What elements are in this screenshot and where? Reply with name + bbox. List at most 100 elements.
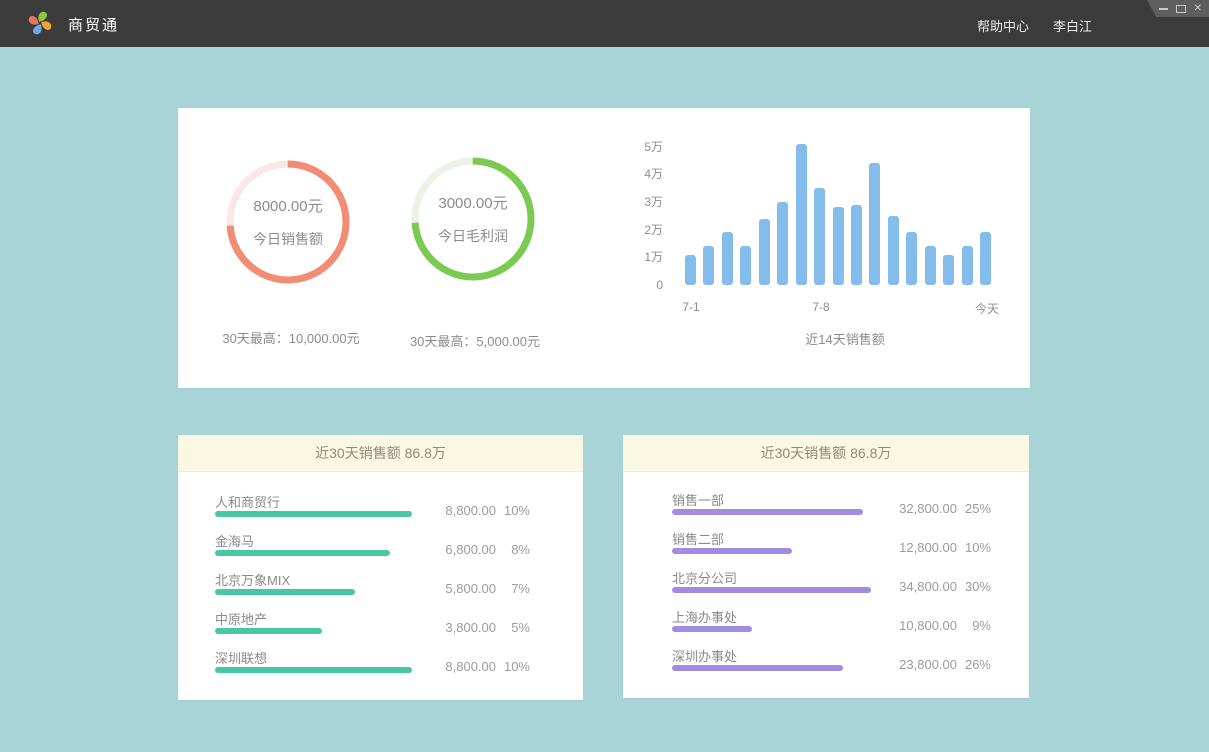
amount-value: 3,800.00 [416,620,496,635]
sales-bar [759,219,770,285]
list-item: 北京分公司 34,800.00 30% [623,568,1029,607]
app-logo-pinwheel-icon [26,9,54,37]
entity-name: 深圳联想 [215,648,267,667]
percent-value: 10% [496,503,530,518]
list-item: 销售一部 32,800.00 25% [623,490,1029,529]
sales-bar [777,202,788,285]
y-tick-label: 5万 [606,140,663,154]
percent-value: 30% [957,579,991,594]
entity-name: 上海办事处 [672,607,737,626]
y-tick-label: 2万 [606,223,663,237]
progress-bar [672,626,752,632]
sales-bar [851,205,862,285]
list-item: 北京万象MIX 5,800.00 7% [178,570,583,609]
donut-chart-today-sales: 8000.00元 今日销售额 [224,158,352,286]
x-tick-label: 今天 [961,300,1013,317]
customer-ranking-panel: 近30天销售额 86.8万 人和商贸行 8,800.00 10% 金海马 6,8… [178,435,583,700]
progress-bar [215,589,355,595]
ranking-rows: 销售一部 32,800.00 25% 销售二部 12,800.00 10% 北京… [623,472,1029,685]
percent-value: 10% [496,659,530,674]
today-sales-label: 今日销售额 [253,229,323,249]
amount-value: 32,800.00 [877,501,957,516]
percent-value: 7% [496,581,530,596]
donut-chart-today-profit: 3000.00元 今日毛利润 [409,155,537,283]
progress-bar [672,548,792,554]
entity-name: 金海马 [215,531,254,550]
progress-bar [215,550,390,556]
y-tick-label: 0 [606,278,663,292]
y-axis-ticks: 5万4万3万2万1万0 [606,108,663,388]
bar-chart-title: 近14天销售额 [745,329,945,348]
percent-value: 5% [496,620,530,635]
today-summary-card: 8000.00元 今日销售额 30天最高：10,000.00元 3000.00元… [178,108,1030,388]
percent-value: 26% [957,657,991,672]
help-center-link[interactable]: 帮助中心 [977,16,1029,35]
amount-value: 23,800.00 [877,657,957,672]
sales-bar [925,246,936,285]
progress-bar [215,511,412,517]
percent-value: 9% [957,618,991,633]
titlebar: 商贸通 帮助中心 李白江 ✕ [0,0,1209,47]
close-icon[interactable]: ✕ [1194,4,1202,14]
amount-value: 5,800.00 [416,581,496,596]
progress-bar [215,628,322,634]
list-item: 人和商贸行 8,800.00 10% [178,492,583,531]
window-controls: ✕ [1147,0,1209,17]
entity-name: 人和商贸行 [215,492,280,511]
entity-name: 深圳办事处 [672,646,737,665]
ranking-rows: 人和商贸行 8,800.00 10% 金海马 6,800.00 8% 北京万象M… [178,472,583,687]
panel-title: 近30天销售额 86.8万 [623,435,1029,472]
entity-name: 中原地产 [215,609,267,628]
today-sales-value: 8000.00元 [253,195,322,216]
sales-bar [722,232,733,285]
sales-bar [703,246,714,285]
sales-bar [833,207,844,285]
entity-name: 销售二部 [672,529,724,548]
list-item: 深圳联想 8,800.00 10% [178,648,583,687]
daily-sales-bars [685,120,991,285]
sales-bar [943,255,954,285]
sales-bar [888,216,899,285]
profit-30day-max: 30天最高：5,000.00元 [370,331,580,350]
amount-value: 34,800.00 [877,579,957,594]
amount-value: 12,800.00 [877,540,957,555]
progress-bar [672,665,843,671]
progress-bar [672,587,871,593]
today-profit-value: 3000.00元 [438,192,507,213]
maximize-icon[interactable] [1176,5,1186,13]
list-item: 上海办事处 10,800.00 9% [623,607,1029,646]
user-name-menu[interactable]: 李白江 [1053,16,1092,35]
amount-value: 8,800.00 [416,659,496,674]
list-item: 深圳办事处 23,800.00 26% [623,646,1029,685]
minimize-icon[interactable] [1159,8,1168,10]
percent-value: 10% [957,540,991,555]
panel-title: 近30天销售额 86.8万 [178,435,583,472]
sales-bar [685,255,696,285]
y-tick-label: 3万 [606,195,663,209]
sales-bar [814,188,825,285]
x-tick-label: 7-1 [670,300,712,314]
list-item: 销售二部 12,800.00 10% [623,529,1029,568]
today-profit-label: 今日毛利润 [438,226,508,246]
list-item: 金海马 6,800.00 8% [178,531,583,570]
percent-value: 8% [496,542,530,557]
progress-bar [672,509,863,515]
department-ranking-panel: 近30天销售额 86.8万 销售一部 32,800.00 25% 销售二部 12… [623,435,1029,698]
sales-bar [740,246,751,285]
amount-value: 6,800.00 [416,542,496,557]
progress-bar [215,667,412,673]
entity-name: 销售一部 [672,490,724,509]
sales-bar [869,163,880,285]
sales-bar [962,246,973,285]
entity-name: 北京万象MIX [215,570,290,589]
entity-name: 北京分公司 [672,568,737,587]
percent-value: 25% [957,501,991,516]
x-tick-label: 7-8 [800,300,842,314]
amount-value: 8,800.00 [416,503,496,518]
app-title: 商贸通 [68,14,119,35]
amount-value: 10,800.00 [877,618,957,633]
sales-bar [906,232,917,285]
list-item: 中原地产 3,800.00 5% [178,609,583,648]
app-window: 商贸通 帮助中心 李白江 ✕ 8000.00元 今日销售额 30天最高：10,0… [0,0,1209,752]
sales-bar [796,144,807,285]
